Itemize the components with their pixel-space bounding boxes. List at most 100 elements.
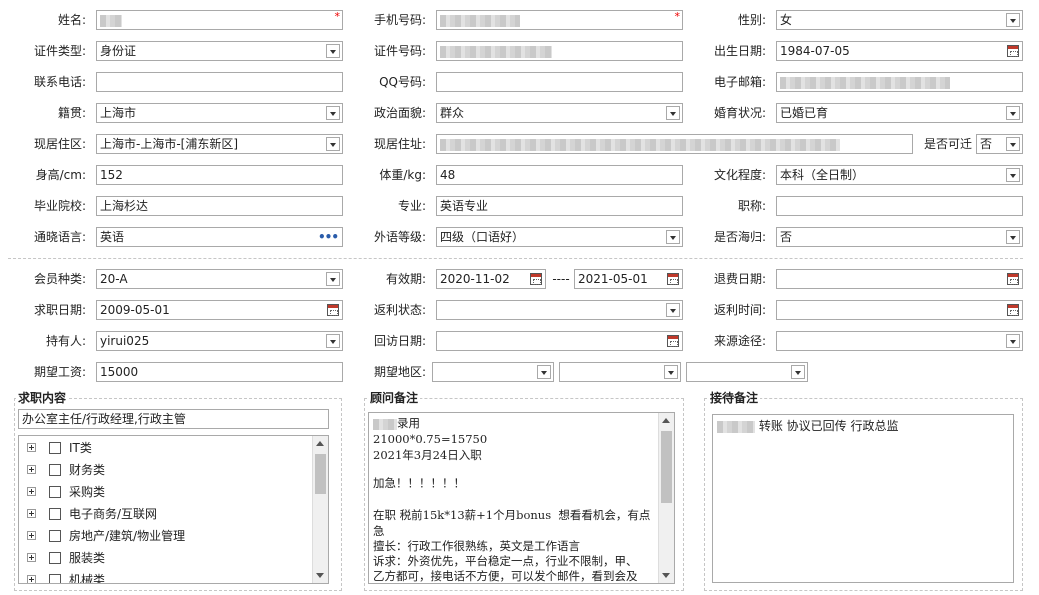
expand-icon[interactable] [27,575,36,583]
calendar-icon[interactable] [1007,304,1019,316]
dropdown-arrow-icon[interactable] [1006,106,1020,120]
dropdown-arrow-icon[interactable] [664,365,678,379]
dropdown-arrow-icon[interactable] [326,44,340,58]
name-field[interactable]: * [96,10,343,30]
area-select[interactable]: 上海市-上海市-[浦东新区] [96,134,343,154]
tree-scrollbar[interactable] [312,436,328,583]
salary-field[interactable]: 15000 [96,362,343,382]
checkbox[interactable] [49,442,61,454]
level-select[interactable]: 四级（口语好） [436,227,683,247]
calendar-icon[interactable] [667,273,679,285]
height-field[interactable]: 152 [96,165,343,185]
region-city-select[interactable] [559,362,681,382]
dropdown-arrow-icon[interactable] [326,137,340,151]
relocate-select[interactable]: 否 [976,134,1023,154]
region-province-select[interactable] [432,362,554,382]
job-selected-field[interactable]: 办公室主任/行政经理,行政主管 [18,409,329,429]
lang-field[interactable]: 英语 ••• [96,227,343,247]
jobdate-field[interactable]: 2009-05-01 [96,300,343,320]
dropdown-arrow-icon[interactable] [1006,13,1020,27]
tree-item-label: 采购类 [69,485,106,499]
notes-scrollbar[interactable] [658,413,674,583]
dropdown-arrow-icon[interactable] [326,334,340,348]
expand-icon[interactable] [27,531,36,540]
phone-value-redacted [440,14,520,27]
section-divider [8,258,1023,259]
gender-label: 性别: [737,13,766,27]
expand-icon[interactable] [27,553,36,562]
rebate-status-label: 返利状态: [373,303,426,317]
checkbox[interactable] [49,464,61,476]
school-field[interactable]: 上海杉达 [96,196,343,216]
source-select[interactable] [776,331,1023,351]
scroll-thumb[interactable] [315,454,326,494]
education-select[interactable]: 本科（全日制） [776,165,1023,185]
address-field[interactable] [436,134,913,154]
idtype-value: 身份证 [100,44,137,58]
valid-from-field[interactable]: 2020-11-02 [436,269,546,289]
more-options-icon[interactable]: ••• [318,228,339,246]
email-field[interactable] [776,72,1023,92]
revisit-date-field[interactable] [436,331,683,351]
calendar-icon[interactable] [1007,273,1019,285]
tree-item-label: 服装类 [69,551,106,565]
dropdown-arrow-icon[interactable] [1006,334,1020,348]
tel-field[interactable] [96,72,343,92]
major-label: 专业: [397,199,426,213]
checkbox[interactable] [49,552,61,564]
scroll-up-icon[interactable] [662,418,670,423]
checkbox[interactable] [49,508,61,520]
rebate-time-field[interactable] [776,300,1023,320]
expand-icon[interactable] [27,465,36,474]
refund-label: 退费日期: [713,272,766,286]
member-select[interactable]: 20-A [96,269,343,289]
title-field[interactable] [776,196,1023,216]
qq-field[interactable] [436,72,683,92]
weight-field[interactable]: 48 [436,165,683,185]
expand-icon[interactable] [27,443,36,452]
holder-select[interactable]: yirui025 [96,331,343,351]
calendar-icon[interactable] [1007,45,1019,57]
dropdown-arrow-icon[interactable] [666,303,680,317]
dropdown-arrow-icon[interactable] [666,106,680,120]
dropdown-arrow-icon[interactable] [1006,168,1020,182]
region-district-select[interactable] [686,362,808,382]
birth-date-field[interactable]: 1984-07-05 [776,41,1023,61]
calendar-icon[interactable] [530,273,542,285]
consultant-notes-textarea[interactable]: 录用 21000*0.75=15750 2021年3月24日入职 加急！！！！！… [368,412,675,584]
expand-icon[interactable] [27,487,36,496]
dropdown-arrow-icon[interactable] [326,106,340,120]
reception-notes-textarea[interactable]: 转账 协议已回传 行政总监 [712,414,1014,583]
dropdown-arrow-icon[interactable] [1006,137,1020,151]
calendar-icon[interactable] [327,304,339,316]
dropdown-arrow-icon[interactable] [791,365,805,379]
dropdown-arrow-icon[interactable] [1006,230,1020,244]
native-select[interactable]: 上海市 [96,103,343,123]
rebate-status-select[interactable] [436,300,683,320]
dropdown-arrow-icon[interactable] [326,272,340,286]
valid-to-field[interactable]: 2021-05-01 [574,269,683,289]
gender-select[interactable]: 女 [776,10,1023,30]
checkbox[interactable] [49,486,61,498]
refund-date-field[interactable] [776,269,1023,289]
major-value: 英语专业 [440,199,489,213]
school-value: 上海杉达 [100,199,149,213]
scroll-thumb[interactable] [661,431,672,503]
calendar-icon[interactable] [667,335,679,347]
marital-select[interactable]: 已婚已育 [776,103,1023,123]
phone-field[interactable]: * [436,10,683,30]
checkbox[interactable] [49,574,61,583]
political-select[interactable]: 群众 [436,103,683,123]
job-category-tree[interactable]: IT类 财务类 采购类 电子商务/互联网 房地产/建筑/物业管理 服装类 机械类 [18,435,329,584]
scroll-down-icon[interactable] [316,573,324,578]
idtype-select[interactable]: 身份证 [96,41,343,61]
major-field[interactable]: 英语专业 [436,196,683,216]
idnum-field[interactable] [436,41,683,61]
scroll-down-icon[interactable] [662,573,670,578]
scroll-up-icon[interactable] [316,441,324,446]
dropdown-arrow-icon[interactable] [666,230,680,244]
checkbox[interactable] [49,530,61,542]
overseas-select[interactable]: 否 [776,227,1023,247]
dropdown-arrow-icon[interactable] [537,365,551,379]
expand-icon[interactable] [27,509,36,518]
